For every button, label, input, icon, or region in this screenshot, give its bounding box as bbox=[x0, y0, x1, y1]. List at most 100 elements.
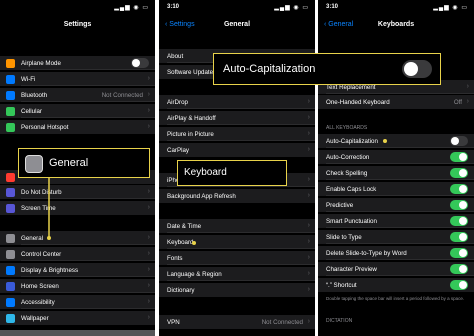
chevron-right-icon: › bbox=[307, 129, 310, 137]
auto-capitalization-toggle-large bbox=[402, 60, 432, 78]
row-background-app-refresh[interactable]: Background App Refresh › bbox=[159, 189, 315, 203]
row-label: Screen Time bbox=[21, 204, 56, 212]
row-label: Do Not Disturb bbox=[21, 188, 62, 196]
chevron-right-icon: › bbox=[147, 74, 150, 82]
auto-capitalization-toggle[interactable] bbox=[450, 136, 468, 146]
row-label: Dictionary bbox=[167, 286, 195, 294]
row-slide-to-type[interactable]: Slide to Type bbox=[318, 230, 474, 244]
slide-to-type-toggle[interactable] bbox=[450, 232, 468, 242]
page-title: General bbox=[223, 21, 251, 28]
nav-bar: ‹ General Keyboards bbox=[318, 18, 474, 34]
airplane-mode-toggle[interactable] bbox=[131, 58, 149, 68]
row-do-not-disturb[interactable]: Do Not Disturb › bbox=[0, 185, 155, 199]
row-label: Accessibility bbox=[21, 298, 55, 306]
row-label: Character Preview bbox=[326, 265, 377, 273]
predictive-toggle[interactable] bbox=[450, 200, 468, 210]
footnote: Double tapping the space bar will insert… bbox=[326, 296, 465, 301]
chevron-right-icon: › bbox=[307, 145, 310, 153]
chevron-right-icon: › bbox=[147, 233, 150, 241]
home-indicator bbox=[0, 330, 155, 336]
row-label: Control Center bbox=[21, 250, 62, 258]
row-period-shortcut[interactable]: “.” Shortcut bbox=[318, 278, 474, 292]
row-vpn[interactable]: VPN Not Connected › bbox=[159, 315, 315, 329]
row-label: Predictive bbox=[326, 201, 354, 209]
row-label: Picture in Picture bbox=[167, 130, 214, 138]
chevron-right-icon: › bbox=[307, 175, 310, 183]
nav-bar: Settings bbox=[0, 18, 155, 34]
row-language-region[interactable]: Language & Region › bbox=[159, 267, 315, 281]
row-picture-in-picture[interactable]: Picture in Picture › bbox=[159, 127, 315, 141]
section-header-dictation: DICTATION bbox=[326, 318, 353, 324]
row-auto-correction[interactable]: Auto-Correction bbox=[318, 150, 474, 164]
check-spelling-toggle[interactable] bbox=[450, 168, 468, 178]
row-bluetooth[interactable]: Bluetooth Not Connected › bbox=[0, 88, 155, 102]
row-accessibility[interactable]: Accessibility › bbox=[0, 295, 155, 309]
row-one-handed-keyboard[interactable]: One-Handed Keyboard Off › bbox=[318, 95, 474, 109]
row-enable-caps-lock[interactable]: Enable Caps Lock bbox=[318, 182, 474, 196]
chevron-right-icon: › bbox=[307, 221, 310, 229]
gear-icon bbox=[6, 233, 15, 243]
row-cellular[interactable]: Cellular › bbox=[0, 104, 155, 118]
row-label: Smart Punctuation bbox=[326, 217, 377, 225]
row-auto-capitalization[interactable]: Auto-Capitalization bbox=[318, 134, 474, 148]
row-keyboard[interactable]: Keyboard › bbox=[159, 235, 315, 249]
row-fonts[interactable]: Fonts › bbox=[159, 251, 315, 265]
accessibility-icon bbox=[6, 297, 15, 307]
row-airdrop[interactable]: AirDrop › bbox=[159, 95, 315, 109]
row-label: Airplane Mode bbox=[21, 59, 61, 67]
row-label: Date & Time bbox=[167, 222, 202, 230]
status-time: 3:10 bbox=[167, 4, 180, 10]
chevron-right-icon: › bbox=[307, 317, 310, 325]
delete-slide-to-type-toggle[interactable] bbox=[450, 248, 468, 258]
sounds-icon bbox=[6, 172, 15, 182]
row-general[interactable]: General › bbox=[0, 231, 155, 245]
row-display-brightness[interactable]: Display & Brightness › bbox=[0, 263, 155, 277]
chevron-right-icon: › bbox=[147, 122, 150, 130]
status-bar: ▂▄▆ ◉ ▭ bbox=[8, 4, 149, 14]
row-character-preview[interactable]: Character Preview bbox=[318, 262, 474, 276]
row-check-spelling[interactable]: Check Spelling bbox=[318, 166, 474, 180]
row-label: Home Screen bbox=[21, 282, 59, 290]
page-title: Keyboards bbox=[377, 21, 415, 28]
row-personal-hotspot[interactable]: Personal Hotspot › bbox=[0, 120, 155, 134]
auto-correction-toggle[interactable] bbox=[450, 152, 468, 162]
airplane-icon bbox=[6, 58, 15, 68]
row-smart-punctuation[interactable]: Smart Punctuation bbox=[318, 214, 474, 228]
row-dictionary[interactable]: Dictionary › bbox=[159, 283, 315, 297]
row-control-center[interactable]: Control Center › bbox=[0, 247, 155, 261]
chevron-right-icon: › bbox=[307, 237, 310, 245]
row-label: General bbox=[21, 234, 44, 242]
row-label: VPN bbox=[167, 318, 180, 326]
chevron-right-icon: › bbox=[307, 191, 310, 199]
gear-icon bbox=[25, 155, 43, 173]
callout-auto-capitalization: Auto-Capitalization bbox=[213, 53, 441, 85]
row-label: Auto-Capitalization bbox=[326, 137, 378, 145]
chevron-right-icon: › bbox=[307, 269, 310, 277]
row-screen-time[interactable]: Screen Time › bbox=[0, 201, 155, 215]
callout-label: Auto-Capitalization bbox=[223, 63, 316, 75]
row-home-screen[interactable]: Home Screen › bbox=[0, 279, 155, 293]
signal-icon: ▂▄▆ ◉ ▭ bbox=[433, 5, 468, 11]
row-wallpaper[interactable]: Wallpaper › bbox=[0, 311, 155, 325]
row-label: Delete Slide-to-Type by Word bbox=[326, 249, 407, 257]
callout-general: General bbox=[18, 148, 150, 178]
row-wifi[interactable]: Wi-Fi › bbox=[0, 72, 155, 86]
period-shortcut-toggle[interactable] bbox=[450, 280, 468, 290]
chevron-right-icon: › bbox=[147, 249, 150, 257]
chevron-right-icon: › bbox=[147, 281, 150, 289]
row-delete-slide-to-type[interactable]: Delete Slide-to-Type by Word bbox=[318, 246, 474, 260]
moon-icon bbox=[6, 187, 15, 197]
smart-punctuation-toggle[interactable] bbox=[450, 216, 468, 226]
row-date-time[interactable]: Date & Time › bbox=[159, 219, 315, 233]
callout-pointer bbox=[383, 139, 387, 143]
row-airplay-handoff[interactable]: AirPlay & Handoff › bbox=[159, 111, 315, 125]
display-icon bbox=[6, 265, 15, 275]
chevron-right-icon: › bbox=[307, 253, 310, 261]
row-carplay[interactable]: CarPlay › bbox=[159, 143, 315, 157]
row-airplane-mode[interactable]: Airplane Mode bbox=[0, 56, 155, 70]
character-preview-toggle[interactable] bbox=[450, 264, 468, 274]
row-predictive[interactable]: Predictive bbox=[318, 198, 474, 212]
chevron-right-icon: › bbox=[466, 97, 469, 105]
caps-lock-toggle[interactable] bbox=[450, 184, 468, 194]
chevron-right-icon: › bbox=[147, 106, 150, 114]
